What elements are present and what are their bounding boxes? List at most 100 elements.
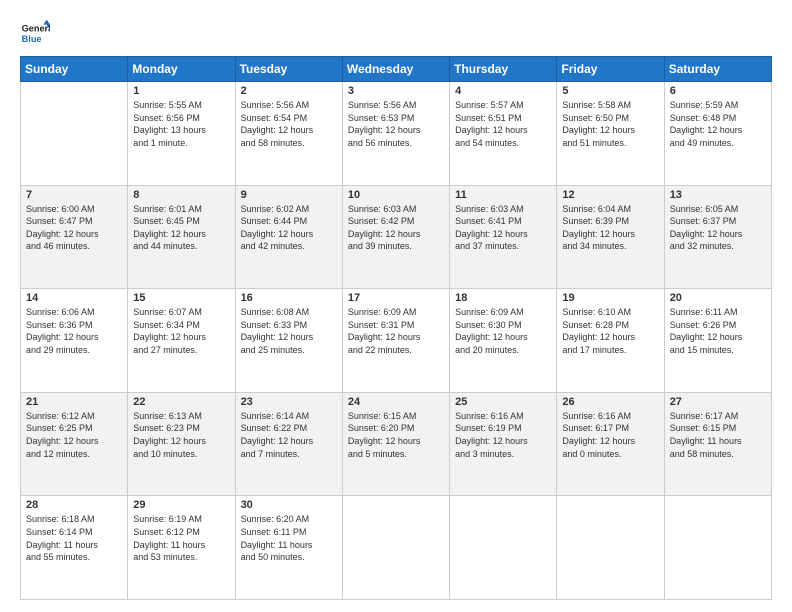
calendar-cell: [664, 496, 771, 600]
calendar-cell: 15Sunrise: 6:07 AM Sunset: 6:34 PM Dayli…: [128, 289, 235, 393]
calendar-cell: 10 Sunrise: 6:03 AM Sunset: 6:42 PM Dayli…: [342, 185, 449, 289]
calendar-cell: 2 Sunrise: 5:56 AM Sunset: 6:54 PM Daylig…: [235, 82, 342, 186]
calendar-cell: 20 Sunrise: 6:11 AM Sunset: 6:26 PM Dayli…: [664, 289, 771, 393]
day-info: Sunrise: 6:06 AM Sunset: 6:36 PM Dayligh…: [26, 306, 122, 356]
calendar-cell: 1 Sunrise: 5:55 AM Sunset: 6:56 PM Daylig…: [128, 82, 235, 186]
day-number: 23: [241, 396, 337, 408]
svg-text:General: General: [22, 23, 50, 33]
day-number: 21: [26, 396, 122, 408]
day-info: Sunrise: 6:17 AM Sunset: 6:15 PM Dayligh…: [670, 410, 766, 460]
day-number: 16: [241, 292, 337, 304]
calendar-cell: 26 Sunrise: 6:16 AM Sunset: 6:17 PM Dayli…: [557, 392, 664, 496]
day-info: Sunrise: 5:58 AM Sunset: 6:50 PM Dayligh…: [562, 99, 658, 149]
day-number: 2: [241, 85, 337, 97]
day-info: Sunrise: 6:08 AM Sunset: 6:33 PM Dayligh…: [241, 306, 337, 356]
calendar-cell: 17 Sunrise: 6:09 AM Sunset: 6:31 PM Dayli…: [342, 289, 449, 393]
day-number: 14: [26, 292, 122, 304]
page: General Blue SundayMondayTuesdayWednesda…: [0, 0, 792, 612]
day-number: 17: [348, 292, 444, 304]
day-info: Sunrise: 6:03 AM Sunset: 6:42 PM Dayligh…: [348, 203, 444, 253]
day-number: 6: [670, 85, 766, 97]
day-number: 15: [133, 292, 229, 304]
day-info: Sunrise: 6:04 AM Sunset: 6:39 PM Dayligh…: [562, 203, 658, 253]
header: General Blue: [20, 18, 772, 48]
day-number: 29: [133, 499, 229, 511]
svg-text:Blue: Blue: [22, 34, 42, 44]
calendar-cell: 3 Sunrise: 5:56 AM Sunset: 6:53 PM Daylig…: [342, 82, 449, 186]
logo-icon: General Blue: [20, 18, 50, 48]
day-info: Sunrise: 6:10 AM Sunset: 6:28 PM Dayligh…: [562, 306, 658, 356]
calendar-cell: 18Sunrise: 6:09 AM Sunset: 6:30 PM Dayli…: [450, 289, 557, 393]
day-number: 10: [348, 189, 444, 201]
calendar-cell: 5 Sunrise: 5:58 AM Sunset: 6:50 PM Daylig…: [557, 82, 664, 186]
day-info: Sunrise: 6:11 AM Sunset: 6:26 PM Dayligh…: [670, 306, 766, 356]
week-row-5: 28Sunrise: 6:18 AM Sunset: 6:14 PM Dayli…: [21, 496, 772, 600]
calendar-cell: 14 Sunrise: 6:06 AM Sunset: 6:36 PM Dayli…: [21, 289, 128, 393]
calendar-cell: 7Sunrise: 6:00 AM Sunset: 6:47 PM Daylig…: [21, 185, 128, 289]
day-info: Sunrise: 5:56 AM Sunset: 6:54 PM Dayligh…: [241, 99, 337, 149]
calendar-cell: 23 Sunrise: 6:14 AM Sunset: 6:22 PM Dayli…: [235, 392, 342, 496]
day-info: Sunrise: 6:14 AM Sunset: 6:22 PM Dayligh…: [241, 410, 337, 460]
day-number: 22: [133, 396, 229, 408]
calendar-table: SundayMondayTuesdayWednesdayThursdayFrid…: [20, 56, 772, 600]
day-info: Sunrise: 6:20 AM Sunset: 6:11 PM Dayligh…: [241, 513, 337, 563]
logo: General Blue: [20, 18, 50, 48]
day-number: 26: [562, 396, 658, 408]
day-info: Sunrise: 6:00 AM Sunset: 6:47 PM Dayligh…: [26, 203, 122, 253]
calendar-cell: 21 Sunrise: 6:12 AM Sunset: 6:25 PM Dayli…: [21, 392, 128, 496]
calendar-cell: 27 Sunrise: 6:17 AM Sunset: 6:15 PM Dayli…: [664, 392, 771, 496]
week-row-1: 1 Sunrise: 5:55 AM Sunset: 6:56 PM Daylig…: [21, 82, 772, 186]
day-number: 28: [26, 499, 122, 511]
day-info: Sunrise: 5:59 AM Sunset: 6:48 PM Dayligh…: [670, 99, 766, 149]
day-info: Sunrise: 6:15 AM Sunset: 6:20 PM Dayligh…: [348, 410, 444, 460]
weekday-header-friday: Friday: [557, 57, 664, 82]
day-info: Sunrise: 6:09 AM Sunset: 6:31 PM Dayligh…: [348, 306, 444, 356]
day-number: 24: [348, 396, 444, 408]
day-number: 3: [348, 85, 444, 97]
calendar-cell: [450, 496, 557, 600]
day-number: 5: [562, 85, 658, 97]
calendar-cell: 22Sunrise: 6:13 AM Sunset: 6:23 PM Dayli…: [128, 392, 235, 496]
calendar-cell: 28Sunrise: 6:18 AM Sunset: 6:14 PM Dayli…: [21, 496, 128, 600]
day-info: Sunrise: 5:57 AM Sunset: 6:51 PM Dayligh…: [455, 99, 551, 149]
weekday-header-saturday: Saturday: [664, 57, 771, 82]
day-number: 8: [133, 189, 229, 201]
day-info: Sunrise: 5:55 AM Sunset: 6:56 PM Dayligh…: [133, 99, 229, 149]
week-row-4: 21 Sunrise: 6:12 AM Sunset: 6:25 PM Dayli…: [21, 392, 772, 496]
day-info: Sunrise: 6:02 AM Sunset: 6:44 PM Dayligh…: [241, 203, 337, 253]
calendar-cell: 29 Sunrise: 6:19 AM Sunset: 6:12 PM Dayli…: [128, 496, 235, 600]
day-number: 11: [455, 189, 551, 201]
weekday-header-monday: Monday: [128, 57, 235, 82]
day-number: 25: [455, 396, 551, 408]
day-info: Sunrise: 5:56 AM Sunset: 6:53 PM Dayligh…: [348, 99, 444, 149]
day-number: 4: [455, 85, 551, 97]
day-number: 12: [562, 189, 658, 201]
day-number: 27: [670, 396, 766, 408]
day-number: 20: [670, 292, 766, 304]
day-info: Sunrise: 6:19 AM Sunset: 6:12 PM Dayligh…: [133, 513, 229, 563]
day-number: 18: [455, 292, 551, 304]
calendar-cell: 11Sunrise: 6:03 AM Sunset: 6:41 PM Dayli…: [450, 185, 557, 289]
day-info: Sunrise: 6:12 AM Sunset: 6:25 PM Dayligh…: [26, 410, 122, 460]
day-info: Sunrise: 6:05 AM Sunset: 6:37 PM Dayligh…: [670, 203, 766, 253]
weekday-header-thursday: Thursday: [450, 57, 557, 82]
calendar-cell: 24 Sunrise: 6:15 AM Sunset: 6:20 PM Dayli…: [342, 392, 449, 496]
calendar-cell: 4 Sunrise: 5:57 AM Sunset: 6:51 PM Daylig…: [450, 82, 557, 186]
week-row-2: 7Sunrise: 6:00 AM Sunset: 6:47 PM Daylig…: [21, 185, 772, 289]
day-info: Sunrise: 6:01 AM Sunset: 6:45 PM Dayligh…: [133, 203, 229, 253]
calendar-cell: [557, 496, 664, 600]
day-number: 19: [562, 292, 658, 304]
calendar-cell: [21, 82, 128, 186]
day-number: 30: [241, 499, 337, 511]
day-info: Sunrise: 6:16 AM Sunset: 6:17 PM Dayligh…: [562, 410, 658, 460]
calendar-cell: 9Sunrise: 6:02 AM Sunset: 6:44 PM Daylig…: [235, 185, 342, 289]
calendar-cell: 19 Sunrise: 6:10 AM Sunset: 6:28 PM Dayli…: [557, 289, 664, 393]
weekday-header-wednesday: Wednesday: [342, 57, 449, 82]
calendar-cell: 6 Sunrise: 5:59 AM Sunset: 6:48 PM Daylig…: [664, 82, 771, 186]
calendar-cell: 13Sunrise: 6:05 AM Sunset: 6:37 PM Dayli…: [664, 185, 771, 289]
calendar-cell: [342, 496, 449, 600]
day-number: 1: [133, 85, 229, 97]
calendar-cell: 25Sunrise: 6:16 AM Sunset: 6:19 PM Dayli…: [450, 392, 557, 496]
calendar-cell: 12 Sunrise: 6:04 AM Sunset: 6:39 PM Dayli…: [557, 185, 664, 289]
weekday-header-tuesday: Tuesday: [235, 57, 342, 82]
